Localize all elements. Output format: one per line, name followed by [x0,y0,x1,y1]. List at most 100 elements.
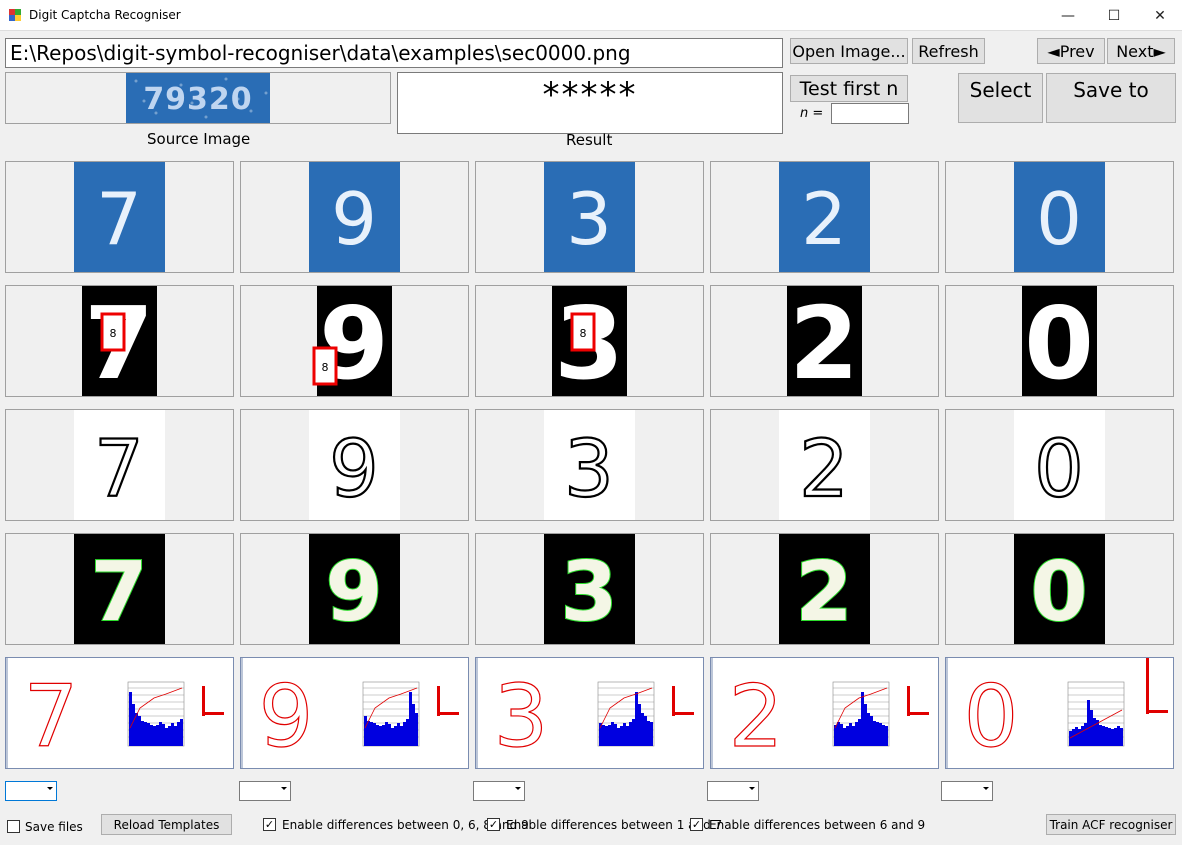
overlay-label: 8 [322,361,329,374]
minimize-button[interactable]: — [1045,0,1091,31]
digit-binary-glyph: 0 [1024,286,1094,396]
minimize-icon: — [1061,7,1075,24]
diff-17-check-icon: ✓ [488,818,499,831]
digit-label-combo[interactable] [5,781,57,801]
digit-tile-contour: 0 [945,409,1174,521]
feature-contour-glyph: 7 [24,667,79,767]
histogram [1067,681,1125,747]
digit-filled-glyph: 7 [90,545,147,640]
digit-tile-binary: 98 [240,285,469,397]
digit-source-image: 9 [309,162,400,272]
digit-tile-filled: 9 [240,533,469,645]
window-title: Digit Captcha Recogniser [29,8,181,22]
save-to-button[interactable]: Save to [1046,73,1176,123]
digit-contour-image: 9 [309,410,400,520]
feature-plot: 2 [711,658,929,768]
digit-tile-contour: 9 [240,409,469,521]
chevron-down-icon [749,787,755,790]
digit-label-combo[interactable] [941,781,993,801]
digit-source-glyph: 7 [96,177,142,261]
histogram [597,681,655,747]
feature-contour-glyph: 9 [259,667,314,767]
diff-17-checkbox[interactable]: ✓ [487,818,500,831]
train-acf-button[interactable]: Train ACF recogniser [1046,814,1176,835]
digit-source-image: 2 [779,162,870,272]
source-image-box: 79320 [5,72,391,124]
next-button[interactable]: Next► [1107,38,1175,64]
close-icon: ✕ [1154,7,1166,24]
n-label: n = [800,106,824,121]
digit-source-glyph: 9 [331,177,377,261]
chevron-down-icon [281,787,287,790]
digit-label-combo[interactable] [707,781,759,801]
digit-contour-glyph: 3 [564,425,614,515]
prev-button[interactable]: ◄Prev [1037,38,1105,64]
digit-filled-glyph: 0 [1030,545,1087,640]
feature-contour-glyph: 2 [729,667,784,767]
digit-filled-image: 3 [544,534,635,644]
source-image-caption: Source Image [147,130,251,148]
feature-panel: 0 [945,657,1174,769]
digit-tile-source: 7 [5,161,234,273]
digit-tile-contour: 2 [710,409,939,521]
digit-label-combo[interactable] [239,781,291,801]
digit-tile-source: 2 [710,161,939,273]
test-first-n-button[interactable]: Test first n [790,75,908,102]
digit-contour-image: 7 [74,410,165,520]
close-button[interactable]: ✕ [1137,0,1182,31]
histogram [127,681,185,747]
feature-contour-glyph: 0 [964,667,1019,767]
title-bar: Digit Captcha Recogniser — ☐ ✕ [0,0,1182,31]
diff-69-checkbox[interactable]: ✓ [690,818,703,831]
digit-source-glyph: 3 [566,177,612,261]
feature-plot: 9 [241,658,459,768]
digit-binary-image: 2 [787,286,862,396]
digit-tile-filled: 3 [475,533,704,645]
digit-tile-filled: 2 [710,533,939,645]
chevron-down-icon [47,787,53,790]
digit-tile-source: 3 [475,161,704,273]
reload-templates-button[interactable]: Reload Templates [101,814,232,835]
feature-panel: 9 [240,657,469,769]
digit-contour-image: 2 [779,410,870,520]
digit-tile-contour: 7 [5,409,234,521]
diff-69-check-icon: ✓ [691,818,702,831]
diff-69-label: Enable differences between 6 and 9 [709,818,926,832]
refresh-button[interactable]: Refresh [912,38,985,64]
diff-0689-checkbox[interactable]: ✓ [263,818,276,831]
open-image-button[interactable]: Open Image... [790,38,908,64]
save-files-checkbox[interactable] [7,820,20,833]
digit-source-glyph: 0 [1036,177,1082,261]
digit-filled-image: 2 [779,534,870,644]
chevron-down-icon [983,787,989,790]
feature-marker [907,686,929,716]
result-value: ***** [542,75,638,115]
captcha-image: 79320 [126,73,270,123]
feature-marker [1146,658,1168,714]
diff-0689-check-icon: ✓ [264,818,275,831]
digit-contour-glyph: 0 [1034,425,1084,515]
feature-contour-glyph: 3 [494,667,549,767]
captcha-text: 79320 [143,82,252,117]
maximize-icon: ☐ [1107,7,1121,24]
overlay-label: 8 [110,327,117,340]
result-box: ***** [397,72,783,134]
feature-marker [672,686,694,716]
digit-source-glyph: 2 [801,177,847,261]
digit-tile-binary: 78 [5,285,234,397]
digit-tile-filled: 7 [5,533,234,645]
save-files-label: Save files [25,820,83,834]
maximize-button[interactable]: ☐ [1091,0,1137,31]
digit-label-combo[interactable] [473,781,525,801]
digit-binary-glyph: 2 [789,286,859,396]
histogram [362,681,420,747]
digit-filled-glyph: 2 [795,545,852,640]
n-input[interactable] [831,103,909,124]
feature-plot: 3 [476,658,694,768]
select-button[interactable]: Select [958,73,1043,123]
digit-tile-source: 0 [945,161,1174,273]
digit-binary-image: 0 [1022,286,1097,396]
digit-tile-contour: 3 [475,409,704,521]
image-path-input[interactable]: E:\Repos\digit-symbol-recogniser\data\ex… [5,38,783,68]
digit-tile-source: 9 [240,161,469,273]
